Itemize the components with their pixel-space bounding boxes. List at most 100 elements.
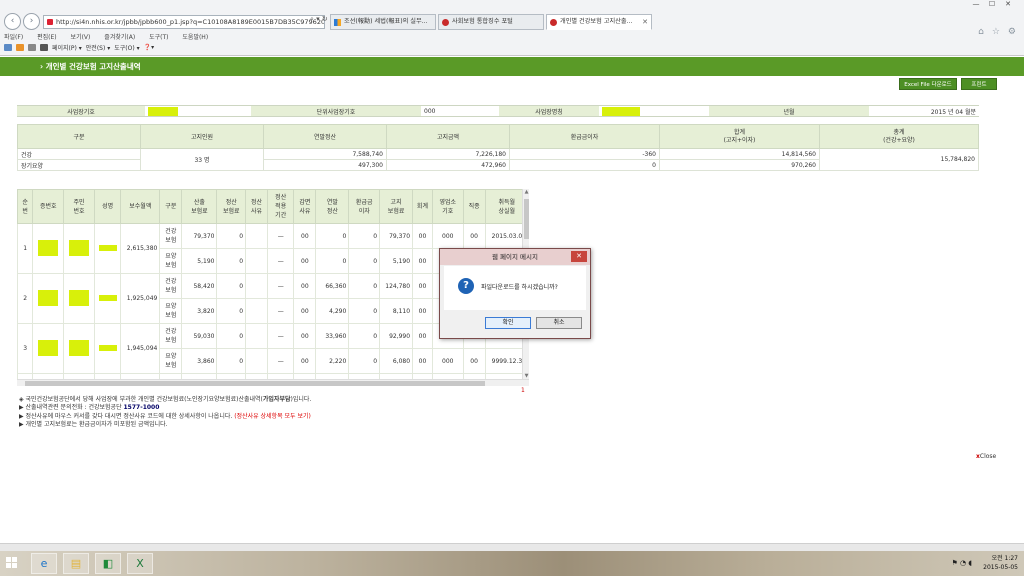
calc-cell: 3,820 <box>181 298 218 324</box>
year-end-value: 497,300 <box>263 159 387 171</box>
tab-close-icon[interactable]: ✕ <box>642 15 648 29</box>
details-header: 구분 <box>159 189 183 224</box>
reason-cell[interactable] <box>245 323 269 349</box>
reason-cell[interactable] <box>245 273 269 299</box>
note-4: ▶ 개인별 고지보험료는 환급금이자가 미포함된 금액입니다. <box>19 421 168 429</box>
details-header: 고지 보험료 <box>379 189 414 224</box>
yearend-cell: 33,960 <box>315 323 350 349</box>
cell: 1 <box>17 223 34 274</box>
menu-favorites[interactable]: 즐겨찾기(A) <box>104 34 135 41</box>
scroll-up-icon[interactable]: ▲ <box>523 189 530 195</box>
clock[interactable]: 오전 1:27 2015-05-05 <box>983 554 1018 572</box>
address-url: http://si4n.nhis.or.kr/jpbb/jpbb600_p1.j… <box>56 18 325 26</box>
print-icon[interactable] <box>40 44 48 51</box>
home-cmd-icon[interactable] <box>4 44 12 51</box>
info-table: 사업장기호 단위사업장기호 000 사업장명칭 년월 2015 년 04 월분 <box>17 105 979 117</box>
close-window-button[interactable]: ✕ <box>1000 0 1016 8</box>
excel-download-button[interactable]: Excel File 다운로드 <box>899 78 957 90</box>
menu-file[interactable]: 파일(F) <box>4 34 23 41</box>
rss-icon[interactable] <box>16 44 24 51</box>
refresh-icon[interactable]: ↻ <box>322 15 328 23</box>
scroll-thumb[interactable] <box>524 199 529 239</box>
mail-icon[interactable] <box>28 44 36 51</box>
address-bar[interactable]: http://si4n.nhis.or.kr/jpbb/jpbb600_p1.j… <box>43 15 325 29</box>
period-cell: — <box>267 298 295 324</box>
minimize-button[interactable]: — <box>968 0 984 8</box>
dialog-close-button[interactable]: ✕ <box>571 251 587 262</box>
favorites-icon[interactable]: ☆ <box>992 27 1000 37</box>
reason-cell[interactable] <box>245 248 269 274</box>
redaction <box>98 294 117 301</box>
cmd-tools[interactable]: 도구(O) ▾ <box>114 43 139 52</box>
details-header: 직종 <box>462 189 486 224</box>
volume-icon[interactable]: ◖ <box>968 559 972 567</box>
biz-no-value <box>145 105 251 117</box>
scroll-thumb[interactable] <box>25 381 485 386</box>
unit-no-value: 000 <box>421 105 499 117</box>
reason-cell[interactable] <box>245 223 269 249</box>
tab-1[interactable]: 조선(報勳) 세법(報표)의 실무... <box>330 14 436 30</box>
print-button[interactable]: 프린트 <box>961 78 997 90</box>
menu-tools[interactable]: 도구(T) <box>149 34 168 41</box>
menu-edit[interactable]: 편집(E) <box>37 34 57 41</box>
redacted-cell <box>63 323 95 374</box>
cmd-safety[interactable]: 안전(S) ▾ <box>86 43 110 52</box>
calc-cell: 5,190 <box>181 248 218 274</box>
clock-date: 2015-05-05 <box>983 564 1018 571</box>
acct-cell: 00 <box>412 298 433 324</box>
refund-cell: 0 <box>348 273 381 299</box>
cmd-help[interactable]: ❓▾ <box>144 44 154 51</box>
tab-3[interactable]: 개인별 건강보험 고지산출... ✕ <box>546 14 652 30</box>
redacted-cell <box>93 323 122 374</box>
page-number[interactable]: 1 <box>521 387 525 394</box>
windows-start-icon[interactable] <box>6 557 18 569</box>
dialog-body: ? 파일다운로드를 하시겠습니까? <box>444 266 586 310</box>
maximize-button[interactable]: ☐ <box>984 0 1000 8</box>
details-header: 영업소 기호 <box>431 189 464 224</box>
row-label: 건강 <box>17 148 141 160</box>
forward-button[interactable]: › <box>23 13 40 30</box>
page-horizontal-scrollbar[interactable] <box>0 543 1024 551</box>
network-icon[interactable]: ◔ <box>960 559 966 567</box>
note-3: ▶ 정산사유에 마우스 커서를 갖다 대시면 정산사유 코드에 대한 상세사항이… <box>19 412 311 420</box>
back-button[interactable]: ‹ <box>4 13 21 30</box>
ie-taskbar-icon[interactable]: e <box>31 553 57 574</box>
menu-view[interactable]: 보기(V) <box>71 34 91 41</box>
cmd-page[interactable]: 페이지(P) ▾ <box>52 43 82 52</box>
ok-button[interactable]: 확인 <box>485 317 531 329</box>
notice-cell: 92,990 <box>379 323 414 349</box>
menu-help[interactable]: 도움말(H) <box>182 34 208 41</box>
clock-time: 오전 1:27 <box>991 555 1018 562</box>
acct-cell: 00 <box>412 248 433 274</box>
tab-label: 조선(報勳) 세법(報표)의 실무... <box>344 18 428 25</box>
unit-no-label: 단위사업장기호 <box>251 105 421 117</box>
explorer-taskbar-icon[interactable]: ▤ <box>63 553 89 574</box>
dropdown-icon[interactable]: ▾ <box>316 15 320 23</box>
redacted-cell <box>32 273 65 324</box>
excel-taskbar-icon[interactable]: X <box>127 553 153 574</box>
redaction <box>69 239 90 256</box>
view-all-reasons-link[interactable]: (정산사유 상세항목 모두 보기) <box>234 413 311 420</box>
details-header: 연말 정산 <box>315 189 350 224</box>
store-taskbar-icon[interactable]: ◧ <box>95 553 121 574</box>
redaction <box>38 339 59 356</box>
home-icon[interactable]: ⌂ <box>978 27 984 37</box>
notice-cell: 5,190 <box>379 248 414 274</box>
tray-icons: ⚑ ◔ ◖ <box>951 559 972 567</box>
note-2: ▶ 산출내역관련 문의전화 : 건강보험공단 1577-1000 <box>19 404 160 412</box>
notice-cell: 6,080 <box>379 348 414 374</box>
cell: 1,925,049 <box>120 273 161 324</box>
yearend-cell: 0 <box>315 223 350 249</box>
reason-cell[interactable] <box>245 348 269 374</box>
reason-cell[interactable] <box>245 298 269 324</box>
cancel-button[interactable]: 취소 <box>536 317 582 329</box>
command-bar: 페이지(P) ▾ 안전(S) ▾ 도구(O) ▾ ❓▾ <box>4 43 154 52</box>
tab-2[interactable]: 사회보험 통합징수 포털 <box>438 14 544 30</box>
gear-icon[interactable]: ⚙ <box>1008 27 1016 37</box>
details-horizontal-scrollbar[interactable] <box>17 379 529 386</box>
search-icon[interactable]: ⌕ <box>310 15 314 23</box>
dialog-message: 파일다운로드를 하시겠습니까? <box>481 284 558 291</box>
flag-icon[interactable]: ⚑ <box>951 559 957 567</box>
redaction <box>98 244 117 251</box>
close-link[interactable]: xClose <box>976 453 996 460</box>
